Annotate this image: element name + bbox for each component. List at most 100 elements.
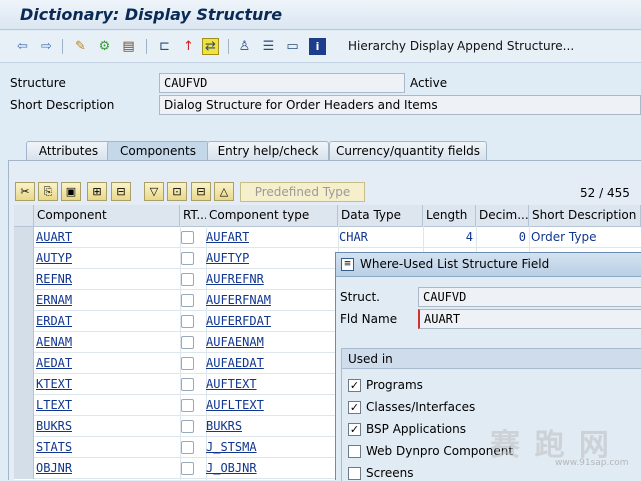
screens-checkbox-label[interactable]: Screens	[366, 466, 414, 480]
field-name-field[interactable]: AUART	[418, 309, 641, 329]
component-name[interactable]: BUKRS	[36, 419, 72, 433]
table-row[interactable]: AUART AUFART CHAR 4 0 Order Type	[14, 227, 641, 248]
cut-icon[interactable]: ✂	[15, 182, 35, 201]
component-type[interactable]: AUFAEDAT	[206, 356, 264, 370]
row-selector[interactable]	[14, 332, 34, 353]
component-type[interactable]: AUFTEXT	[206, 377, 257, 391]
component-type[interactable]: AUFERFNAM	[206, 293, 271, 307]
row-selector[interactable]	[14, 290, 34, 311]
programs-checkbox[interactable]: ✓	[348, 379, 361, 392]
component-name[interactable]: ERNAM	[36, 293, 72, 307]
first-page-icon[interactable]: ⊡	[167, 182, 187, 201]
row-selector[interactable]	[14, 311, 34, 332]
column-header-length[interactable]: Length	[423, 205, 476, 227]
rt-checkbox[interactable]	[181, 315, 194, 328]
column-header-decimals[interactable]: Decim...	[476, 205, 529, 227]
component-name[interactable]: AEDAT	[36, 356, 72, 370]
rt-checkbox[interactable]	[181, 336, 194, 349]
select-all-header[interactable]	[14, 205, 34, 227]
dialog-window-icon[interactable]: ≡	[341, 258, 354, 271]
bsp-applications-checkbox-label[interactable]: BSP Applications	[366, 422, 466, 436]
rt-checkbox[interactable]	[181, 273, 194, 286]
column-header-short-description[interactable]: Short Description	[529, 205, 641, 227]
row-selector[interactable]	[14, 395, 34, 416]
activate-icon[interactable]: ⚙	[96, 38, 113, 55]
component-name[interactable]: KTEXT	[36, 377, 72, 391]
row-selector[interactable]	[14, 269, 34, 290]
insert-row-icon[interactable]: ⊞	[87, 182, 107, 201]
component-type[interactable]: AUFERFDAT	[206, 314, 271, 328]
row-selector[interactable]	[14, 353, 34, 374]
rt-checkbox[interactable]	[181, 420, 194, 433]
structure-field[interactable]: CAUFVD	[159, 73, 405, 93]
active-inactive-icon[interactable]: ⇄	[202, 38, 219, 55]
check-icon[interactable]: ▤	[120, 38, 137, 55]
component-type[interactable]: AUFART	[206, 230, 249, 244]
info-icon[interactable]: i	[309, 38, 326, 55]
short-description-field[interactable]: Dialog Structure for Order Headers and I…	[159, 95, 641, 115]
append-structure-button[interactable]: Append Structure...	[457, 39, 574, 53]
tab-attributes[interactable]: Attributes	[26, 141, 111, 161]
classes-interfaces-checkbox-label[interactable]: Classes/Interfaces	[366, 400, 475, 414]
print-icon[interactable]: ▭	[284, 38, 301, 55]
component-type[interactable]: AUFREFNR	[206, 272, 264, 286]
component-name[interactable]: AUART	[36, 230, 72, 244]
copy-icon[interactable]: ⎘	[38, 182, 58, 201]
filter-icon[interactable]: ▽	[144, 182, 164, 201]
predefined-type-button[interactable]: Predefined Type	[240, 182, 365, 202]
component-name[interactable]: AENAM	[36, 335, 72, 349]
hierarchy-display-button[interactable]: Hierarchy Display	[348, 39, 454, 53]
tab-entry-help-check[interactable]: Entry help/check	[207, 141, 329, 161]
rt-checkbox[interactable]	[181, 357, 194, 370]
tab-components[interactable]: Components	[107, 141, 209, 162]
rt-checkbox[interactable]	[181, 294, 194, 307]
back-arrow-icon[interactable]: ⇦	[14, 38, 31, 55]
web-dynpro-component-checkbox[interactable]	[348, 445, 361, 458]
classes-interfaces-checkbox[interactable]: ✓	[348, 401, 361, 414]
component-name[interactable]: ERDAT	[36, 314, 72, 328]
struct-field[interactable]: CAUFVD	[418, 287, 641, 307]
component-name[interactable]: AUTYP	[36, 251, 72, 265]
component-name[interactable]: LTEXT	[36, 398, 72, 412]
hierarchy-icon[interactable]: ♙	[236, 38, 253, 55]
rt-checkbox[interactable]	[181, 399, 194, 412]
top-icon[interactable]: △	[214, 182, 234, 201]
row-selector[interactable]	[14, 416, 34, 437]
column-header-component-type[interactable]: Component type	[206, 205, 338, 227]
component-type[interactable]: AUFLTEXT	[206, 398, 264, 412]
component-type[interactable]: BUKRS	[206, 419, 242, 433]
paste-icon[interactable]: ▣	[61, 182, 81, 201]
previous-page-icon[interactable]: ⊟	[191, 182, 211, 201]
component-type[interactable]: AUFAENAM	[206, 335, 264, 349]
rt-checkbox[interactable]	[181, 462, 194, 475]
component-type[interactable]: J_STSMA	[206, 440, 257, 454]
rt-checkbox[interactable]	[181, 441, 194, 454]
screens-checkbox[interactable]	[348, 467, 361, 480]
other-object-icon[interactable]: ☰	[260, 38, 277, 55]
component-name[interactable]: STATS	[36, 440, 72, 454]
object-list-icon[interactable]: ↑	[180, 38, 197, 55]
rt-checkbox[interactable]	[181, 378, 194, 391]
row-selector[interactable]	[14, 227, 34, 248]
tab-currency-quantity-fields[interactable]: Currency/quantity fields	[329, 141, 487, 161]
component-type[interactable]: AUFTYP	[206, 251, 249, 265]
row-selector[interactable]	[14, 458, 34, 479]
programs-checkbox-label[interactable]: Programs	[366, 378, 423, 392]
web-dynpro-component-checkbox-label[interactable]: Web Dynpro Component	[366, 444, 513, 458]
rt-checkbox[interactable]	[181, 252, 194, 265]
display-change-icon[interactable]: ✎	[72, 38, 89, 55]
column-header-data-type[interactable]: Data Type	[338, 205, 423, 227]
dialog-title[interactable]: Where-Used List Structure Field	[336, 253, 641, 277]
where-used-icon[interactable]: ⊏	[156, 38, 173, 55]
forward-arrow-icon[interactable]: ⇨	[38, 38, 55, 55]
column-header-component[interactable]: Component	[34, 205, 180, 227]
component-type[interactable]: J_OBJNR	[206, 461, 257, 475]
row-selector[interactable]	[14, 374, 34, 395]
row-selector[interactable]	[14, 437, 34, 458]
bsp-applications-checkbox[interactable]: ✓	[348, 423, 361, 436]
rt-checkbox[interactable]	[181, 231, 194, 244]
component-name[interactable]: OBJNR	[36, 461, 72, 475]
component-name[interactable]: REFNR	[36, 272, 72, 286]
row-selector[interactable]	[14, 248, 34, 269]
delete-row-icon[interactable]: ⊟	[111, 182, 131, 201]
